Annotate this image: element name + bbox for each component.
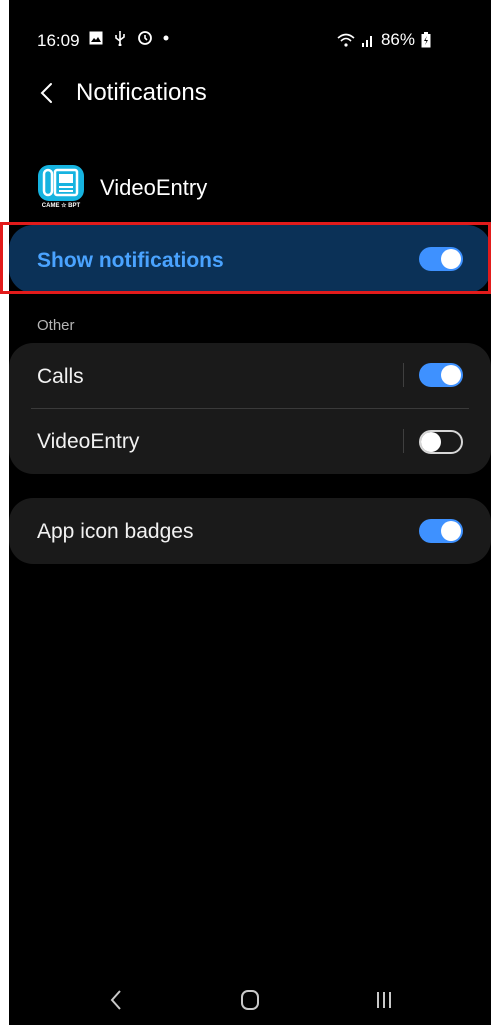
show-notifications-toggle[interactable] xyxy=(419,247,463,271)
sync-icon xyxy=(138,31,152,45)
nav-home-icon xyxy=(241,990,259,1010)
battery-percent: 86% xyxy=(380,30,415,49)
phone-screen: 16:09 86% Notifications CAME ☆ BPT Video… xyxy=(9,0,491,1025)
battery-icon xyxy=(421,32,431,48)
status-icons-right: 86% xyxy=(337,30,431,50)
app-info-row: CAME ☆ BPT VideoEntry xyxy=(9,165,491,213)
nav-recents-button[interactable] xyxy=(369,980,399,1020)
videoentry-toggle[interactable] xyxy=(419,430,463,454)
gallery-icon xyxy=(89,31,103,45)
dot-icon xyxy=(163,35,169,41)
category-row-videoentry[interactable]: VideoEntry xyxy=(9,409,491,473)
wifi-icon xyxy=(337,33,355,47)
app-icon-caption: CAME ☆ BPT xyxy=(41,203,81,209)
navigation-bar xyxy=(9,980,491,1025)
categories-card: Calls VideoEntry xyxy=(9,343,491,474)
app-icon-badges-toggle[interactable] xyxy=(419,519,463,543)
status-time: 16:09 xyxy=(37,31,80,50)
category-label: VideoEntry xyxy=(37,430,140,453)
app-icon-badges-row[interactable]: App icon badges xyxy=(9,498,491,562)
show-notifications-row[interactable]: Show notifications xyxy=(9,225,491,293)
show-notifications-label: Show notifications xyxy=(37,249,224,272)
status-bar: 16:09 86% xyxy=(9,0,491,70)
app-name: VideoEntry xyxy=(100,175,208,200)
toggle-knob xyxy=(441,365,461,385)
usb-icon xyxy=(115,31,125,46)
toggle-knob xyxy=(421,432,441,452)
badges-card: App icon badges xyxy=(9,498,491,564)
category-label: Calls xyxy=(37,365,84,388)
signal-icon xyxy=(361,36,372,47)
page-title: Notifications xyxy=(76,79,207,106)
row-separator xyxy=(403,363,404,387)
category-row-calls[interactable]: Calls xyxy=(9,343,491,407)
nav-recents-icon xyxy=(377,992,391,1008)
app-icon-badges-label: App icon badges xyxy=(37,520,194,543)
back-arrow-icon[interactable] xyxy=(33,78,63,108)
status-icons-left xyxy=(89,30,169,46)
toggle-knob xyxy=(441,521,461,541)
calls-toggle[interactable] xyxy=(419,363,463,387)
row-separator xyxy=(403,429,404,453)
nav-back-button[interactable] xyxy=(101,980,131,1020)
toggle-knob xyxy=(441,249,461,269)
section-label-other: Other xyxy=(37,317,75,334)
videoentry-app-icon: CAME ☆ BPT xyxy=(37,165,85,209)
nav-home-button[interactable] xyxy=(235,980,265,1020)
nav-back-icon xyxy=(110,990,121,1010)
app-header: Notifications xyxy=(9,70,491,120)
